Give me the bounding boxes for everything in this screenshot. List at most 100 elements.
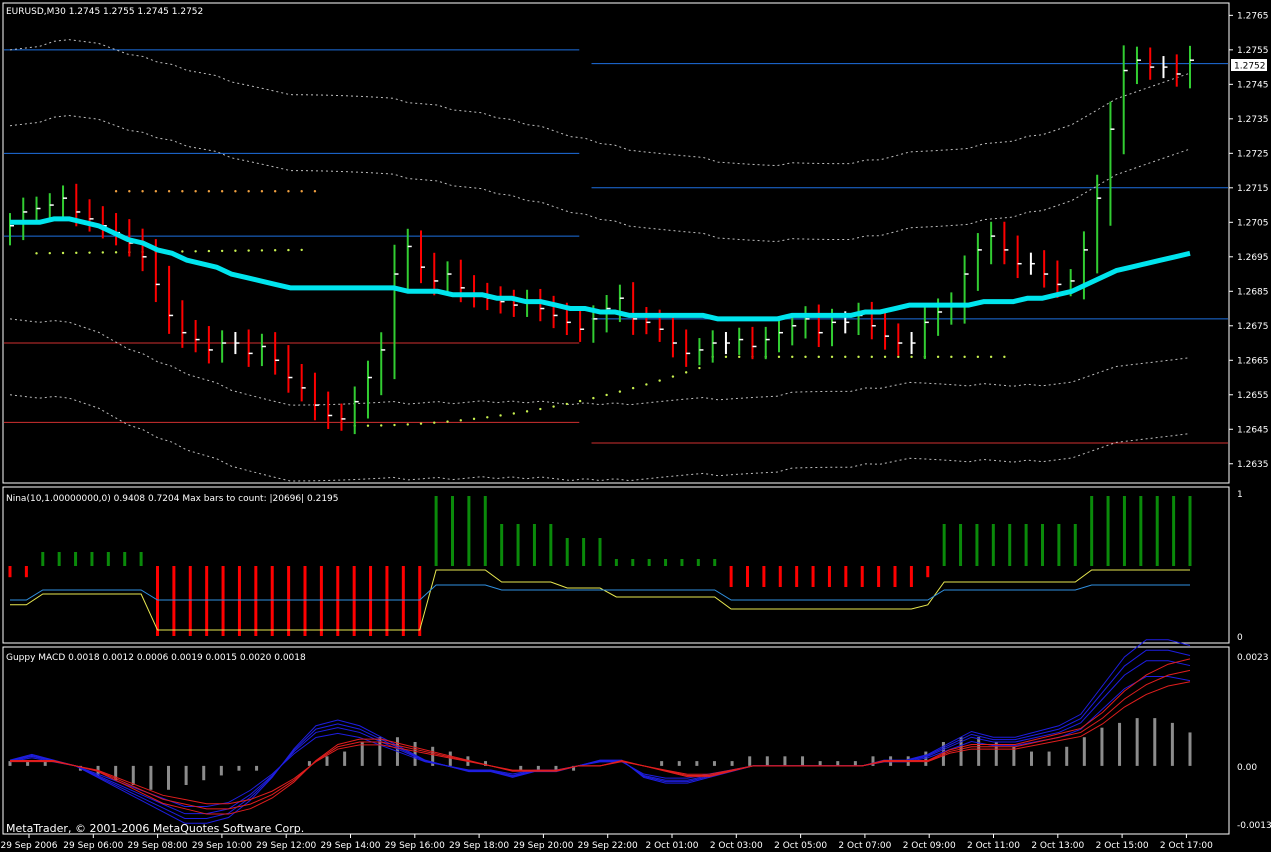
trend-dot <box>114 190 118 193</box>
envelope-band-3 <box>9 394 1191 482</box>
trend-dot <box>472 417 476 421</box>
main-horizontal-lines <box>4 49 1228 444</box>
trend-dot <box>950 355 953 359</box>
nina-tick-label: 0 <box>1237 633 1243 643</box>
trend-dot <box>154 190 158 193</box>
trend-dot <box>393 423 396 427</box>
trend-dot <box>287 248 290 252</box>
trend-dot <box>48 251 51 255</box>
main-panel-frame <box>2 2 1230 484</box>
trend-dot <box>844 355 847 359</box>
time-tick-label: 29 Sep 14:00 <box>320 841 380 851</box>
trend-dot <box>738 355 741 359</box>
trend-dot <box>234 190 237 193</box>
macd-tick-label: 0.00 <box>1237 763 1257 773</box>
trend-dot <box>128 190 131 193</box>
main-title: EURUSD,M30 1.2745 1.2755 1.2745 1.2752 <box>6 7 203 17</box>
trend-dot <box>273 190 277 193</box>
trend-dot <box>618 390 622 393</box>
trend-dot <box>963 355 966 359</box>
trend-dot <box>101 251 105 254</box>
price-tick-label: 1.2755 <box>1237 46 1269 56</box>
time-tick-label: 29 Sep 10:00 <box>192 841 252 851</box>
trend-dot <box>260 249 264 252</box>
trend-dot <box>777 355 781 359</box>
trend-dot <box>592 396 595 400</box>
macd-tick-label: -0.0013 <box>1237 821 1271 831</box>
price-tick-label: 1.2695 <box>1237 253 1269 263</box>
price-tick-label: 1.2655 <box>1237 391 1269 401</box>
time-tick-label: 29 Sep 08:00 <box>128 841 188 851</box>
trend-dot <box>313 190 317 193</box>
trend-dot <box>936 355 940 359</box>
trend-dot <box>578 399 582 403</box>
trend-dot <box>791 355 794 359</box>
ema-line <box>10 216 1191 322</box>
trend-dot <box>830 355 834 359</box>
trend-dot <box>486 416 489 419</box>
trend-dot <box>671 375 675 378</box>
price-tick-label: 1.2735 <box>1237 115 1269 125</box>
ohlc-bars <box>9 45 1194 435</box>
price-tick-label: 1.2675 <box>1237 322 1269 332</box>
trend-dot <box>698 366 701 370</box>
price-tick-label: 1.2635 <box>1237 460 1269 470</box>
trend-dot <box>433 421 436 424</box>
trend-dot <box>910 355 913 359</box>
trend-dot <box>181 190 184 193</box>
trend-dot <box>194 190 197 193</box>
trend-dot <box>247 249 250 252</box>
time-tick-label: 2 Oct 01:00 <box>646 841 699 851</box>
trend-dot <box>181 250 184 253</box>
price-tick-label: 1.2665 <box>1237 356 1269 366</box>
trend-dot <box>804 355 807 359</box>
time-tick-label: 29 Sep 16:00 <box>385 841 445 851</box>
trend-dot <box>380 424 383 427</box>
trend-dot <box>897 355 900 359</box>
macd-blue-line-2 <box>9 649 1191 819</box>
time-tick-label: 29 Sep 12:00 <box>256 841 316 851</box>
envelope-band-2 <box>9 318 1191 406</box>
trading-chart[interactable]: 1.2765 1.2755 1.2745 1.2735 1.2725 1.2715 1.27… <box>0 0 1271 852</box>
trend-dot <box>724 355 728 359</box>
trend-dot <box>207 249 211 253</box>
trend-dot <box>817 355 820 359</box>
macd-red-line-0 <box>10 681 1191 805</box>
macd-blue-line-3 <box>9 639 1191 824</box>
trend-dot <box>857 355 860 359</box>
time-tick-label: 29 Sep 18:00 <box>449 841 509 851</box>
trend-dot <box>539 407 542 411</box>
time-tick-label: 2 Oct 07:00 <box>838 841 891 851</box>
copyright-text: MetaTrader, © 2001-2006 MetaQuotes Softw… <box>6 822 304 835</box>
nina-title: Nina(10,1.00000000,0) 0.9408 0.7204 Max … <box>6 494 339 504</box>
trend-dot <box>300 190 303 193</box>
trend-dot <box>1003 355 1006 359</box>
trend-dot <box>207 190 211 193</box>
trend-dot <box>605 393 608 397</box>
trend-dot <box>684 371 688 374</box>
trend-dot <box>366 424 370 427</box>
time-tick-label: 2 Oct 17:00 <box>1160 841 1213 851</box>
trend-dot <box>446 420 449 423</box>
macd-tick-label: 0.0023 <box>1237 653 1269 663</box>
trend-dot <box>870 355 873 359</box>
macd-title: Guppy MACD 0.0018 0.0012 0.0006 0.0019 0… <box>6 653 306 663</box>
price-tick-label: 1.2685 <box>1237 287 1269 297</box>
trend-dot <box>141 190 144 193</box>
macd-red-line-2 <box>10 658 1191 815</box>
trend-dot <box>35 252 38 255</box>
trend-dot <box>167 190 171 193</box>
price-tick-label: 1.2705 <box>1237 218 1269 228</box>
trend-dot <box>976 355 980 359</box>
trend-dot <box>114 251 118 254</box>
time-tick-label: 2 Oct 11:00 <box>967 841 1020 851</box>
price-tick-label: 1.2765 <box>1237 11 1269 21</box>
time-tick-label: 29 Sep 20:00 <box>513 841 573 851</box>
time-tick-label: 2 Oct 13:00 <box>1031 841 1084 851</box>
trend-dot <box>247 190 250 193</box>
current-price-label: 1.2752 <box>1234 62 1266 72</box>
trend-dot <box>406 423 409 426</box>
trend-dot <box>300 248 303 252</box>
trend-dot <box>75 251 78 255</box>
trend-dot <box>459 419 462 422</box>
